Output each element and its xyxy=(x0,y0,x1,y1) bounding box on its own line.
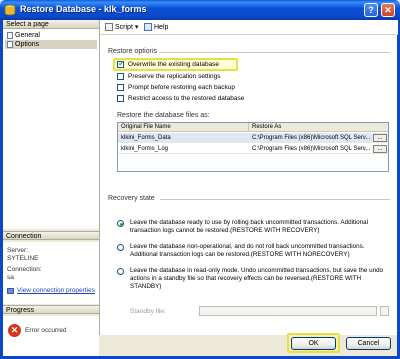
ok-button[interactable]: OK xyxy=(291,337,336,350)
connection-section: Server: SYTELINE Connection: sa View con… xyxy=(3,242,99,304)
column-header-restore-as[interactable]: Restore As xyxy=(249,123,388,132)
cancel-button[interactable]: Cancel xyxy=(346,337,391,350)
norecovery-radio[interactable] xyxy=(117,244,124,251)
recovery-state-label: Recovery state xyxy=(108,195,155,202)
connection-label: Connection: xyxy=(7,266,42,273)
preserve-replication-label: Preserve the replication settings xyxy=(128,73,221,80)
standby-browse-button[interactable] xyxy=(380,306,389,316)
select-page-header: Select a page xyxy=(3,20,99,29)
restore-options-label: Restore options xyxy=(108,48,158,55)
help-title-button[interactable]: ? xyxy=(364,3,378,17)
error-icon: ✕ xyxy=(8,324,21,337)
restore-files-label: Restore the database files as: xyxy=(117,112,210,119)
page-list: General Options xyxy=(3,29,99,229)
browse-button[interactable]: ... xyxy=(373,134,387,142)
restrict-access-label: Restrict access to the restored database xyxy=(128,95,245,102)
restore-files-table: Original File Name Restore As klkini_For… xyxy=(117,122,389,172)
script-icon xyxy=(105,23,113,32)
prompt-before-restoring-checkbox[interactable] xyxy=(117,84,124,91)
server-label: Server: xyxy=(7,247,28,254)
close-button[interactable]: ✕ xyxy=(381,3,395,17)
script-button[interactable]: Script ▾ xyxy=(105,23,138,32)
standby-file-input[interactable] xyxy=(199,306,377,316)
table-row[interactable]: klkini_Forms_Data C:\Program Files (x86)… xyxy=(118,133,388,143)
original-file-cell: klkini_Forms_Data xyxy=(121,135,171,141)
page-icon xyxy=(7,41,13,48)
standby-radio[interactable] xyxy=(117,268,124,275)
chevron-down-icon: ▾ xyxy=(134,24,139,31)
connection-value: sa xyxy=(7,274,14,281)
divider xyxy=(160,52,390,53)
connection-header: Connection xyxy=(3,231,99,240)
standby-file-label: Standby file: xyxy=(130,308,166,315)
page-item-label: Options xyxy=(15,41,40,48)
toolbar: Script ▾ Help xyxy=(100,20,398,35)
server-value: SYTELINE xyxy=(7,255,39,262)
progress-status: Error occurred xyxy=(25,327,67,334)
options-panel: Script ▾ Help Restore options Overwrite … xyxy=(99,20,398,335)
page-item-general[interactable]: General xyxy=(5,31,97,40)
divider xyxy=(160,199,390,200)
restore-as-cell[interactable]: C:\Program Files (x86)\Microsoft SQL Ser… xyxy=(249,133,372,143)
page-item-label: General xyxy=(15,32,40,39)
prompt-before-restoring-label: Prompt before restoring each backup xyxy=(128,84,235,91)
recovery-radio[interactable] xyxy=(117,220,124,227)
browse-button[interactable]: ... xyxy=(373,145,387,153)
preserve-replication-checkbox[interactable] xyxy=(117,73,124,80)
overwrite-label: Overwrite the existing database xyxy=(128,61,220,68)
table-header: Original File Name Restore As xyxy=(118,123,388,132)
left-panel: Select a page General Options Connection… xyxy=(3,20,99,356)
page-item-options[interactable]: Options xyxy=(5,40,97,49)
script-label: Script xyxy=(115,24,133,31)
standby-text: Leave the database in read-only mode. Un… xyxy=(130,267,384,290)
overwrite-checkbox[interactable] xyxy=(117,59,125,68)
recovery-text: Leave the database ready to use by rolli… xyxy=(130,219,369,234)
table-row[interactable]: klkini_Forms_Log C:\Program Files (x86)\… xyxy=(118,144,388,154)
original-file-cell: klkini_Forms_Log xyxy=(121,146,169,152)
database-icon xyxy=(4,4,16,16)
progress-header: Progress xyxy=(3,305,99,314)
help-icon xyxy=(144,23,152,32)
restore-as-cell[interactable]: C:\Program Files (x86)\Microsoft SQL Ser… xyxy=(249,144,372,154)
properties-icon xyxy=(7,288,14,294)
norecovery-text: Leave the database non-operational, and … xyxy=(130,243,365,258)
title-bar: Restore Database - klk_forms ? ✕ xyxy=(0,0,400,20)
restrict-access-checkbox[interactable] xyxy=(117,95,124,102)
column-header-original[interactable]: Original File Name xyxy=(118,123,249,132)
view-connection-properties-link[interactable]: View connection properties xyxy=(17,287,95,294)
progress-section: ✕ Error occurred xyxy=(3,316,99,356)
page-icon xyxy=(7,32,13,39)
help-button[interactable]: Help xyxy=(144,23,168,32)
window-title: Restore Database - klk_forms xyxy=(20,4,147,14)
help-label: Help xyxy=(154,24,169,31)
